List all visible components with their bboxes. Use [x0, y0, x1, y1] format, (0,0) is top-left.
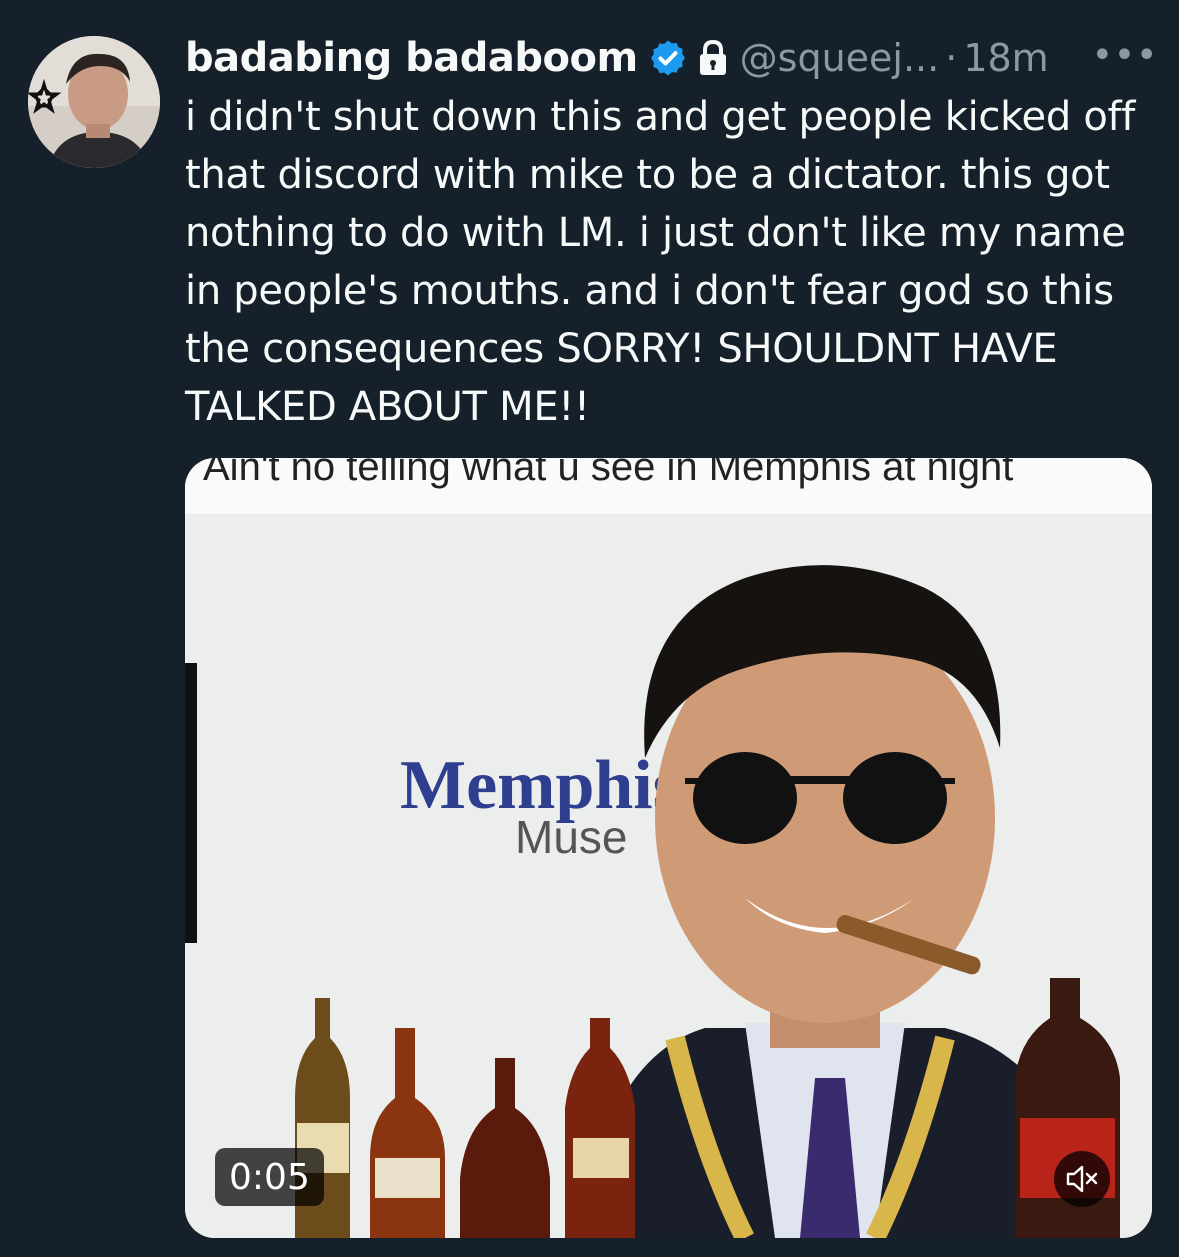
video-timer-value: 0:05 — [229, 1156, 310, 1198]
tweet-text: i didn't shut down this and get people k… — [185, 88, 1160, 436]
timestamp[interactable]: 18m — [963, 36, 1048, 80]
verified-badge-icon[interactable] — [648, 38, 688, 78]
tweet-header: badabing badaboom @squeej... · 18m — [185, 28, 1049, 88]
display-name[interactable]: badabing badaboom — [185, 35, 638, 81]
more-options-label: ••• — [1092, 37, 1160, 73]
sign-subtitle: Muse — [515, 811, 627, 863]
video-timer: 0:05 — [215, 1148, 324, 1206]
media-caption: Ain't no telling what u see in Memphis a… — [203, 458, 1013, 489]
tweet[interactable]: badabing badaboom @squeej... · 18m ••• i… — [0, 0, 1179, 1257]
lock-icon — [696, 39, 730, 77]
video-player[interactable]: Memphis Muse Ain't no telling what u see… — [185, 458, 1152, 1238]
tweet-text-line: TALKED ABOUT ME!! — [185, 384, 590, 430]
more-options-icon[interactable]: ••• — [1093, 30, 1157, 80]
speaker-muted-icon[interactable] — [1054, 1151, 1110, 1207]
tweet-text-line: nothing to do with LM. i just don't like… — [185, 210, 1126, 256]
tweet-text-line: in people's mouths. and i don't fear god… — [185, 268, 1114, 314]
tweet-text-line: i didn't shut down this and get people k… — [185, 94, 1136, 140]
video-frame: Memphis Muse Ain't no telling what u see… — [185, 458, 1152, 1238]
avatar[interactable] — [28, 36, 160, 168]
separator-dot: · — [945, 36, 958, 80]
tweet-text-line: that discord with mike to be a dictator.… — [185, 152, 1110, 198]
user-handle[interactable]: @squeej... — [740, 36, 940, 80]
tweet-text-line: the consequences SORRY! SHOULDNT HAVE — [185, 326, 1058, 372]
